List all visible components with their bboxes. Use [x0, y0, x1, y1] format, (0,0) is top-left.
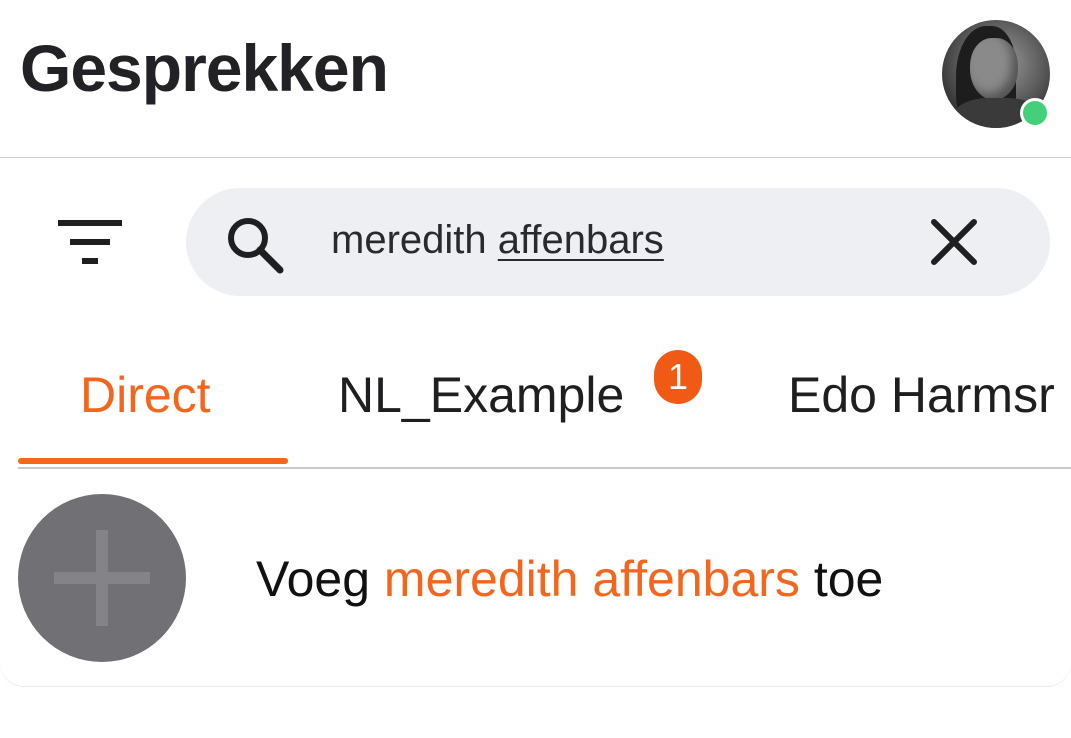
filter-button[interactable]	[50, 212, 130, 272]
app-header: Gesprekken	[0, 0, 1071, 157]
unread-badge: 1	[654, 350, 702, 404]
tabs-divider	[18, 467, 1071, 469]
search-input[interactable]: meredith affenbars	[331, 218, 664, 263]
filter-icon	[58, 220, 122, 264]
search-value-second: affenbars	[497, 218, 664, 262]
add-avatar-circle	[18, 494, 186, 662]
search-icon	[228, 218, 284, 274]
add-contact-name: meredith affenbars	[383, 551, 800, 607]
close-icon	[931, 219, 977, 265]
avatar-face	[970, 38, 1018, 100]
search-value-first: meredith	[331, 218, 487, 262]
tab-bar: Direct NL_Example 1 Edo Harmsr	[0, 340, 1071, 470]
online-status-dot	[1020, 98, 1050, 128]
active-tab-indicator	[18, 458, 288, 464]
add-contact-prefix: Voeg	[256, 551, 371, 607]
page-title: Gesprekken	[20, 31, 389, 105]
search-bar: meredith affenbars	[186, 188, 1050, 296]
tab-nl-example[interactable]: NL_Example	[338, 366, 624, 424]
plus-icon	[54, 530, 150, 626]
add-contact-label: Voeg meredith affenbars toe	[256, 550, 883, 608]
header-divider	[0, 157, 1071, 158]
clear-search-button[interactable]	[926, 214, 982, 270]
add-contact-suffix: toe	[813, 551, 884, 607]
add-contact-row[interactable]: Voeg meredith affenbars toe	[0, 470, 1071, 686]
tab-edo-harmsr[interactable]: Edo Harmsr	[788, 366, 1055, 424]
tab-direct[interactable]: Direct	[80, 366, 211, 424]
